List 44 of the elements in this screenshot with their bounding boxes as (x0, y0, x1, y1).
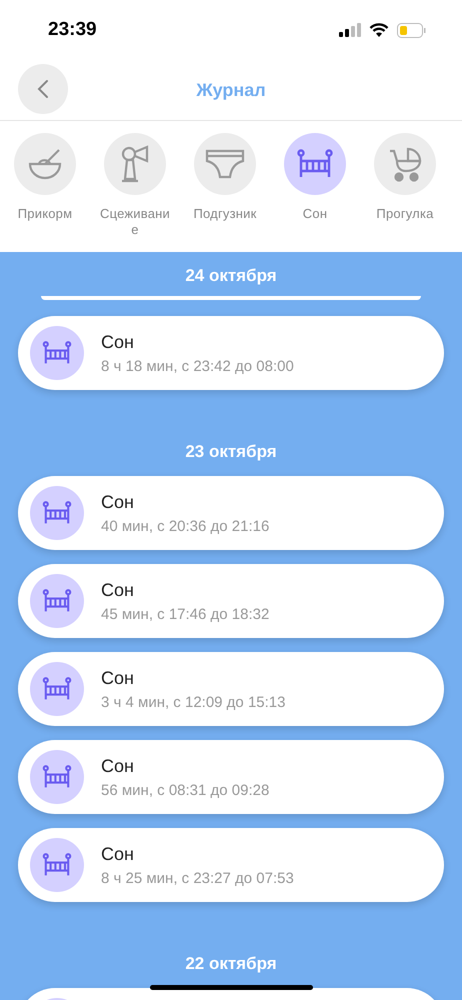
entry-card[interactable]: Сон 3 ч 4 мин, с 12:09 до 15:13 (18, 652, 444, 726)
category-label: Подгузник (192, 206, 258, 222)
crib-icon (30, 662, 84, 716)
entry-details: 3 ч 4 мин, с 12:09 до 15:13 (101, 694, 286, 710)
entry-details: 8 ч 18 мин, с 23:42 до 08:00 (101, 358, 294, 374)
signal-icon (339, 23, 361, 37)
entry-details: 56 мин, с 08:31 до 09:28 (101, 782, 270, 798)
entry-title: Сон (101, 668, 135, 688)
entry-title: Сон (101, 844, 135, 864)
entry-details: 8 ч 25 мин, с 23:27 до 07:53 (101, 870, 294, 886)
stroller-icon (388, 146, 422, 182)
back-button[interactable] (18, 64, 68, 114)
crib-icon (297, 149, 333, 179)
date-heading: 23 октября (185, 441, 277, 463)
entry-card[interactable]: Сон 45 мин, с 17:46 до 18:32 (18, 564, 444, 638)
category-label: Сон (302, 206, 328, 222)
crib-icon (30, 486, 84, 540)
category-label: Прикорм (16, 206, 74, 222)
status-time: 23:39 (48, 19, 97, 41)
entry-details: 45 мин, с 17:46 до 18:32 (101, 606, 270, 622)
entry-title: Сон (101, 756, 135, 776)
date-heading: 24 октября (185, 265, 277, 287)
entry-card[interactable]: Сон 8 ч 18 мин, с 23:42 до 08:00 (18, 316, 444, 390)
entry-title: Сон (101, 492, 135, 512)
crib-icon (30, 750, 84, 804)
chevron-left-icon (37, 79, 49, 99)
page-title: Журнал (196, 80, 266, 100)
entry-details: 40 мин, с 20:36 до 21:16 (101, 518, 270, 534)
crib-icon (30, 326, 84, 380)
crib-icon (30, 838, 84, 892)
category-label: Прогулка (375, 206, 435, 222)
entry-title: Сон (101, 332, 135, 352)
entry-card[interactable]: Сон 56 мин, с 08:31 до 09:28 (18, 740, 444, 814)
date-heading: 22 октября (185, 953, 277, 975)
entry-card[interactable]: Сон 40 мин, с 20:36 до 21:16 (18, 476, 444, 550)
category-label: Сцеживание (99, 206, 171, 238)
wifi-icon (369, 22, 389, 38)
bowl-icon (27, 147, 63, 181)
diaper-icon (205, 149, 245, 179)
battery-icon (397, 22, 426, 38)
entry-title: Сон (101, 580, 135, 600)
crib-icon (30, 574, 84, 628)
entry-card[interactable]: Сон 8 ч 25 мин, с 23:27 до 07:53 (18, 828, 444, 902)
pump-icon (119, 145, 151, 183)
